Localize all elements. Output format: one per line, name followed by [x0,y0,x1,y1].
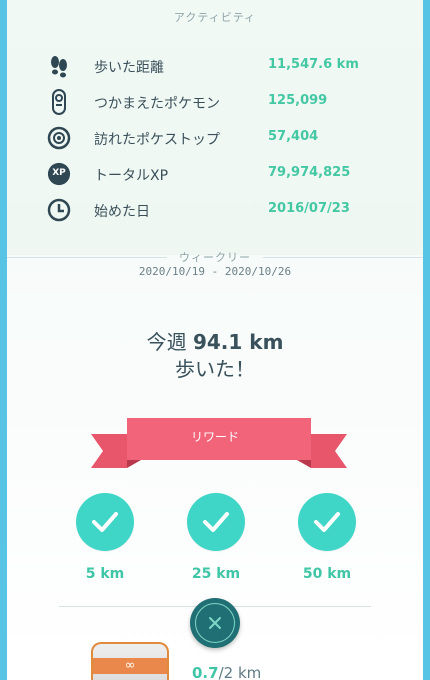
weekly-message-suffix: 歩いた！ [175,357,255,381]
close-button[interactable] [190,598,240,648]
footprints-icon [47,54,71,78]
rewards-ribbon-label: リワード [190,430,239,444]
stat-value-start-date: 2016/07/23 [268,201,350,216]
milestone-label-50km: 50 km [302,566,352,582]
infinity-icon: ∞ [124,658,136,673]
weekly-message-prefix: 今週 [146,330,193,354]
checkmark-icon [314,512,340,532]
egg-incubator: ∞ [91,642,169,680]
stat-value-xp: 79,974,825 [268,165,351,180]
weekly-distance-message: 今週 94.1 km [7,326,423,355]
weekly-distance-value: 94.1 km [192,330,284,354]
stat-row-distance: 歩いた距離 11,547.6 km [47,52,367,82]
stat-label-start-date: 始めた日 [94,204,150,220]
stat-value-pokestops: 57,404 [268,129,319,144]
stat-value-caught: 125,099 [268,93,328,108]
weekly-header: ウィークリー [179,251,251,264]
incubator-progress-current: 0.7 [192,664,219,680]
milestone-check-50km [298,493,356,551]
pokeball-capsule-icon [47,89,71,115]
stat-label-distance: 歩いた距離 [94,60,164,76]
activity-header: アクティビティ [173,11,257,24]
incubator-progress: 0.7/2 km [192,664,261,680]
xp-badge-text: XP [52,168,66,178]
stat-label-pokestops: 訪れたポケストップ [94,132,220,148]
checkmark-icon [203,512,229,532]
stat-row-pokestops: 訪れたポケストップ 57,404 [47,124,367,154]
checkmark-icon [92,512,118,532]
stat-row-xp: XP トータルXP 79,974,825 [47,160,367,190]
stat-row-start-date: 始めた日 2016/07/23 [47,196,367,226]
stat-label-xp: トータルXP [94,168,169,184]
close-icon [209,617,221,629]
activity-card: アクティビティ 歩いた距離 11,547.6 km つかまえたポケモン 125,… [7,0,423,680]
stat-label-caught: つかまえたポケモン [94,96,220,112]
milestone-check-25km [187,493,245,551]
stat-value-distance: 11,547.6 km [268,57,359,72]
stat-row-caught: つかまえたポケモン 125,099 [47,88,367,118]
milestone-label-5km: 5 km [85,566,125,582]
pokestop-icon [47,126,71,150]
milestone-label-25km: 25 km [191,566,241,582]
incubator-progress-total: /2 km [218,664,262,680]
milestone-check-5km [76,493,134,551]
weekly-date-range: 2020/10/19 - 2020/10/26 [138,265,292,278]
xp-icon: XP [47,162,71,186]
clock-icon [47,198,71,222]
